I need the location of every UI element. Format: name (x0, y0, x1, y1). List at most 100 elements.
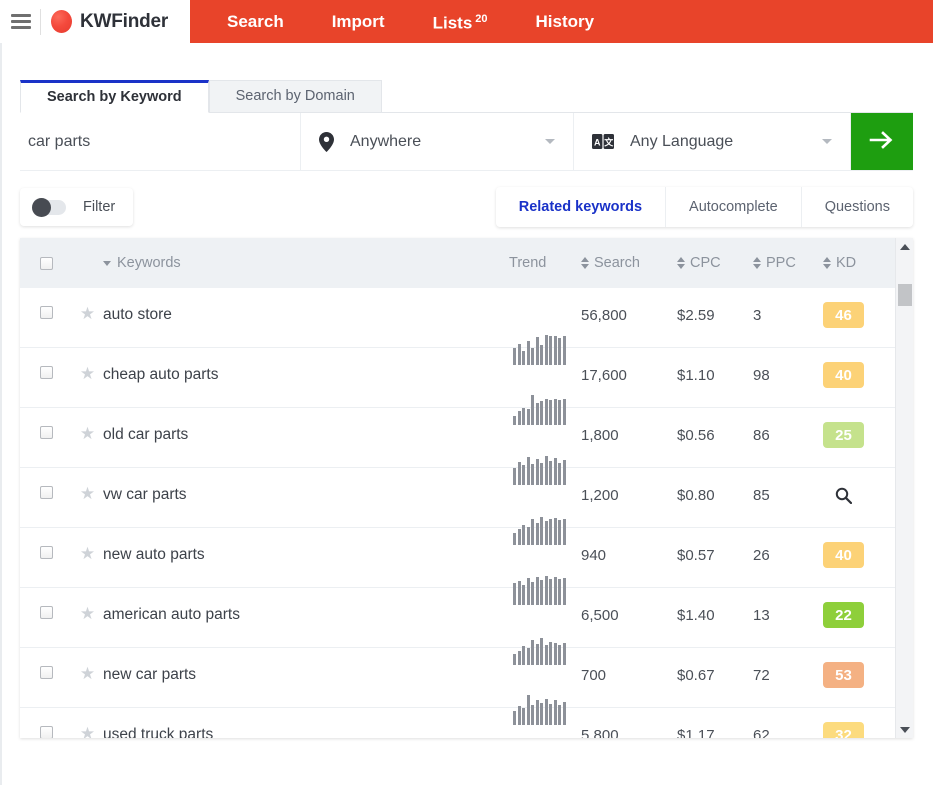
row-trend-cell (509, 588, 581, 648)
select-all-cell (20, 257, 72, 270)
row-checkbox[interactable] (40, 666, 53, 679)
row-keyword: american auto parts (103, 588, 509, 624)
filter-toggle-switch[interactable] (32, 200, 66, 215)
column-header-ppc-label: PPC (766, 255, 796, 271)
column-header-ppc[interactable]: PPC (753, 255, 823, 271)
column-header-cpc[interactable]: CPC (677, 255, 753, 271)
row-search-volume: 1,800 (581, 408, 677, 444)
star-icon[interactable]: ★ (80, 485, 95, 502)
sort-icon (823, 257, 831, 269)
star-icon[interactable]: ★ (80, 365, 95, 382)
row-cpc: $0.57 (677, 528, 753, 564)
column-header-kd-label: KD (836, 255, 856, 271)
table-row[interactable]: ★used truck parts5,800$1.176232 (20, 708, 913, 738)
chevron-down-icon (545, 139, 555, 144)
kwfinder-app: KWFinder Search Import Lists20 History S… (0, 0, 933, 785)
kd-badge: 53 (823, 662, 864, 688)
table-row[interactable]: ★cheap auto parts17,600$1.109840 (20, 348, 913, 408)
sort-icon (677, 257, 685, 269)
row-star-cell: ★ (72, 408, 103, 442)
language-select[interactable]: A 文 Any Language (574, 113, 851, 170)
hamburger-icon[interactable] (8, 9, 34, 35)
nav-item-history-label: History (536, 12, 595, 31)
sort-icon (581, 257, 589, 269)
magnifier-icon[interactable] (823, 482, 864, 508)
nav-item-lists-label: Lists (433, 14, 473, 33)
column-header-search[interactable]: Search (581, 255, 677, 271)
tab-related-keywords[interactable]: Related keywords (496, 187, 665, 227)
table-row[interactable]: ★american auto parts6,500$1.401322 (20, 588, 913, 648)
table-row[interactable]: ★new auto parts940$0.572640 (20, 528, 913, 588)
row-keyword: used truck parts (103, 708, 509, 738)
star-icon[interactable]: ★ (80, 425, 95, 442)
svg-text:A: A (594, 137, 601, 147)
row-checkbox[interactable] (40, 366, 53, 379)
star-icon[interactable]: ★ (80, 605, 95, 622)
row-checkbox[interactable] (40, 306, 53, 319)
top-navbar: KWFinder Search Import Lists20 History (0, 0, 933, 43)
chevron-down-icon (103, 261, 111, 266)
kd-badge: 40 (823, 362, 864, 388)
star-icon[interactable]: ★ (80, 725, 95, 738)
star-icon[interactable]: ★ (80, 545, 95, 562)
column-header-keywords[interactable]: Keywords (72, 255, 509, 271)
kd-badge: 32 (823, 722, 864, 738)
tab-autocomplete[interactable]: Autocomplete (665, 187, 801, 227)
row-cpc: $0.80 (677, 468, 753, 504)
hamburger-bar (11, 14, 31, 17)
nav-item-import[interactable]: Import (308, 0, 409, 43)
row-keyword: vw car parts (103, 468, 509, 504)
column-header-keywords-label: Keywords (117, 255, 181, 271)
row-keyword: auto store (103, 288, 509, 324)
row-star-cell: ★ (72, 648, 103, 682)
row-search-volume: 940 (581, 528, 677, 564)
tab-questions[interactable]: Questions (801, 187, 913, 227)
row-select-cell (20, 408, 72, 439)
row-star-cell: ★ (72, 348, 103, 382)
row-star-cell: ★ (72, 288, 103, 322)
brand-divider (40, 9, 41, 35)
table-vertical-scrollbar[interactable] (895, 238, 913, 738)
select-all-checkbox[interactable] (40, 257, 53, 270)
table-row[interactable]: ★auto store56,800$2.59346 (20, 288, 913, 348)
row-checkbox[interactable] (40, 606, 53, 619)
table-body: ★auto store56,800$2.59346★cheap auto par… (20, 288, 913, 738)
row-select-cell (20, 588, 72, 619)
nav-item-lists[interactable]: Lists20 (409, 0, 512, 45)
row-search-volume: 5,800 (581, 708, 677, 738)
tab-search-by-keyword[interactable]: Search by Keyword (20, 80, 209, 113)
row-search-volume: 6,500 (581, 588, 677, 624)
location-select[interactable]: Anywhere (301, 113, 574, 170)
row-search-volume: 700 (581, 648, 677, 684)
table-row[interactable]: ★new car parts700$0.677253 (20, 648, 913, 708)
row-checkbox[interactable] (40, 726, 53, 738)
scroll-thumb[interactable] (898, 284, 912, 306)
star-icon[interactable]: ★ (80, 665, 95, 682)
table-row[interactable]: ★vw car parts1,200$0.8085 (20, 468, 913, 528)
svg-text:文: 文 (603, 136, 614, 147)
scroll-up-arrow-icon[interactable] (896, 238, 913, 255)
table-row[interactable]: ★old car parts1,800$0.568625 (20, 408, 913, 468)
row-checkbox[interactable] (40, 486, 53, 499)
main-panel: Search by Keyword Search by Domain Anywh… (0, 80, 933, 738)
filter-toggle-button[interactable]: Filter (20, 188, 133, 226)
keyword-search-input[interactable] (20, 133, 300, 151)
row-keyword: new auto parts (103, 528, 509, 564)
tab-search-by-domain[interactable]: Search by Domain (209, 80, 382, 112)
tab-search-by-keyword-label: Search by Keyword (47, 89, 182, 105)
row-checkbox[interactable] (40, 546, 53, 559)
left-edge-strip (0, 43, 2, 785)
filter-label: Filter (83, 199, 115, 215)
nav-item-search[interactable]: Search (203, 0, 308, 43)
row-checkbox[interactable] (40, 426, 53, 439)
tab-autocomplete-label: Autocomplete (689, 199, 778, 215)
brand-zone: KWFinder (0, 0, 190, 43)
search-submit-button[interactable] (851, 113, 913, 170)
scroll-down-arrow-icon[interactable] (896, 721, 913, 738)
nav-links: Search Import Lists20 History (190, 0, 933, 43)
star-icon[interactable]: ★ (80, 305, 95, 322)
row-trend-cell (509, 528, 581, 588)
nav-item-history[interactable]: History (512, 0, 619, 43)
tab-search-by-domain-label: Search by Domain (236, 88, 355, 104)
sort-icon (753, 257, 761, 269)
